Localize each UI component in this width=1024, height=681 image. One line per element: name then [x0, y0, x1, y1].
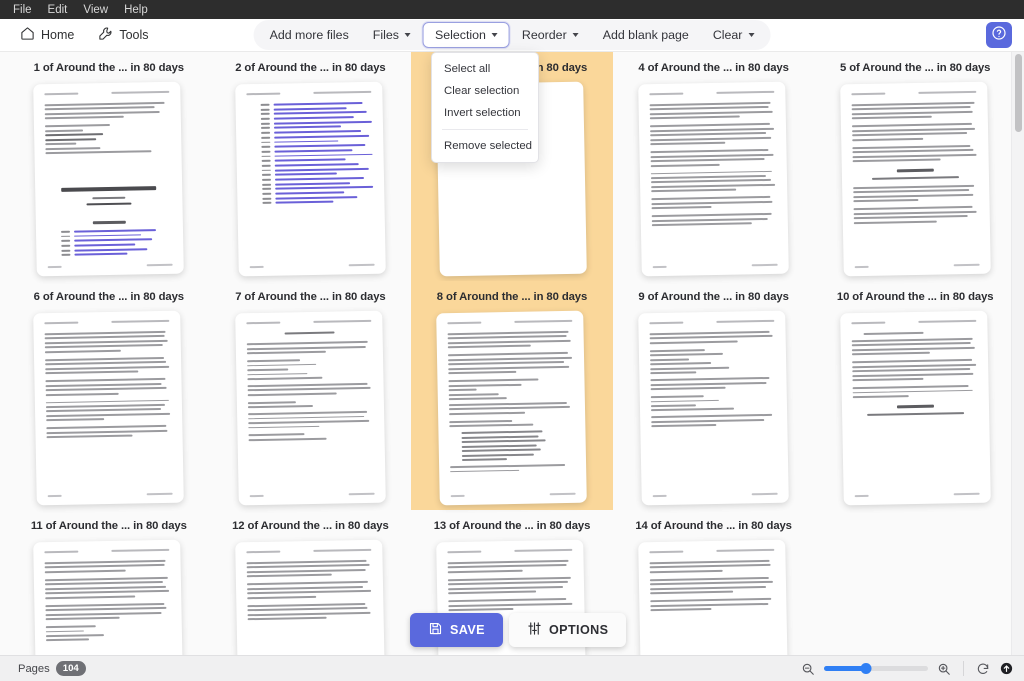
add-more-files-label: Add more files [270, 28, 349, 42]
page-cell-10[interactable]: 10 of Around the ... in 80 days [814, 281, 1016, 510]
chevron-down-icon [748, 33, 754, 37]
page-thumbnail-12[interactable] [237, 541, 384, 655]
menu-file[interactable]: File [6, 1, 39, 19]
status-bar-right-group [801, 661, 1014, 676]
page-label: 6 of Around the ... in 80 days [34, 291, 184, 303]
page-thumbnail-7[interactable] [237, 312, 384, 504]
home-icon [20, 26, 35, 44]
page-cell-12[interactable]: 12 of Around the ... in 80 days [210, 510, 412, 655]
pages-count-badge: 104 [56, 661, 86, 676]
add-blank-page-label: Add blank page [603, 28, 689, 42]
menu-help[interactable]: Help [117, 1, 155, 19]
page-cell-1[interactable]: 1 of Around the ... in 80 days [8, 52, 210, 281]
zoom-slider[interactable] [824, 666, 928, 671]
rotate-icon[interactable] [976, 662, 990, 676]
page-label: 10 of Around the ... in 80 days [837, 291, 994, 303]
reorder-label: Reorder [522, 28, 567, 42]
page-label: 5 of Around the ... in 80 days [840, 62, 990, 74]
selection-menu-button[interactable]: Selection [423, 22, 510, 48]
pages-label: Pages [18, 663, 50, 675]
selection-dropdown-menu[interactable]: Select all Clear selection Invert select… [431, 52, 539, 163]
page-cell-9[interactable]: 9 of Around the ... in 80 days [613, 281, 815, 510]
page-label: 14 of Around the ... in 80 days [635, 520, 792, 532]
page-thumbnail-11[interactable] [35, 541, 182, 655]
tools-label: Tools [119, 28, 148, 42]
chevron-down-icon [573, 33, 579, 37]
page-thumbnail-5[interactable] [842, 83, 989, 275]
vertical-scrollbar[interactable] [1011, 52, 1024, 655]
page-cell-7[interactable]: 7 of Around the ... in 80 days [210, 281, 412, 510]
menubar: File Edit View Help [0, 0, 1024, 19]
menu-divider [442, 129, 528, 130]
files-label: Files [373, 28, 399, 42]
page-cell-6[interactable]: 6 of Around the ... in 80 days [8, 281, 210, 510]
zoom-in-icon[interactable] [937, 662, 951, 676]
status-divider [963, 661, 964, 676]
chevron-down-icon [492, 33, 498, 37]
toolbar-right-group [986, 22, 1024, 48]
help-circle-icon [991, 25, 1007, 46]
page-thumbnail-4[interactable] [640, 83, 787, 275]
menu-item-invert-selection[interactable]: Invert selection [432, 102, 538, 124]
floating-action-bar: SAVE OPTIONS [410, 613, 626, 647]
page-thumbnail-1[interactable] [35, 83, 182, 275]
scroll-to-top-icon[interactable] [999, 661, 1014, 676]
files-menu-button[interactable]: Files [361, 22, 423, 48]
page-thumbnail-14[interactable] [640, 541, 787, 655]
page-label: 12 of Around the ... in 80 days [232, 520, 389, 532]
menu-item-remove-selected[interactable]: Remove selected [432, 135, 538, 157]
save-button[interactable]: SAVE [410, 613, 503, 647]
clear-label: Clear [713, 28, 743, 42]
page-label: 13 of Around the ... in 80 days [434, 520, 591, 532]
page-label: 9 of Around the ... in 80 days [638, 291, 788, 303]
page-cell-14[interactable]: 14 of Around the ... in 80 days [613, 510, 815, 655]
scrollbar-thumb[interactable] [1015, 54, 1022, 132]
add-more-files-button[interactable]: Add more files [258, 22, 361, 48]
home-button[interactable]: Home [10, 21, 84, 49]
status-bar: Pages 104 [0, 655, 1024, 681]
help-button[interactable] [986, 22, 1012, 48]
zoom-slider-handle[interactable] [860, 663, 871, 674]
options-button[interactable]: OPTIONS [509, 613, 626, 647]
page-cell-11[interactable]: 11 of Around the ... in 80 days [8, 510, 210, 655]
page-label: 2 of Around the ... in 80 days [235, 62, 385, 74]
page-cell-2[interactable]: 2 of Around the ... in 80 days [210, 52, 412, 281]
app-window: File Edit View Help Home Tools [0, 0, 1024, 681]
page-thumbnail-8[interactable] [438, 312, 585, 504]
options-label: OPTIONS [549, 623, 608, 637]
reorder-menu-button[interactable]: Reorder [510, 22, 591, 48]
selection-label: Selection [435, 28, 486, 42]
page-label: 11 of Around the ... in 80 days [31, 520, 187, 532]
add-blank-page-button[interactable]: Add blank page [591, 22, 701, 48]
page-cell-5[interactable]: 5 of Around the ... in 80 days [814, 52, 1016, 281]
toolbar-actions-group: Add more files Files Selection Reorder A… [254, 20, 771, 50]
zoom-out-icon[interactable] [801, 662, 815, 676]
floppy-disk-icon [428, 621, 443, 639]
main-toolbar: Home Tools Add more files Files Selecti [0, 19, 1024, 52]
page-cell-4[interactable]: 4 of Around the ... in 80 days [613, 52, 815, 281]
menu-view[interactable]: View [76, 1, 115, 19]
save-label: SAVE [450, 623, 485, 637]
toolbar-left-group: Home Tools [0, 21, 159, 49]
menu-item-clear-selection[interactable]: Clear selection [432, 80, 538, 102]
tools-button[interactable]: Tools [88, 21, 158, 49]
sliders-icon [527, 621, 542, 639]
page-label: 1 of Around the ... in 80 days [34, 62, 184, 74]
page-thumbnail-6[interactable] [35, 312, 182, 504]
page-cell-8[interactable]: 8 of Around the ... in 80 days [411, 281, 613, 510]
page-label: 8 of Around the ... in 80 days [437, 291, 587, 303]
chevron-down-icon [405, 33, 411, 37]
wrench-icon [98, 26, 113, 44]
page-label: 4 of Around the ... in 80 days [638, 62, 788, 74]
page-thumbnail-9[interactable] [640, 312, 787, 504]
page-thumbnail-10[interactable] [842, 312, 989, 504]
page-thumbnail-2[interactable] [237, 83, 384, 275]
menu-item-select-all[interactable]: Select all [432, 58, 538, 80]
menu-edit[interactable]: Edit [41, 1, 75, 19]
clear-menu-button[interactable]: Clear [701, 22, 767, 48]
page-label: 7 of Around the ... in 80 days [235, 291, 385, 303]
home-label: Home [41, 28, 74, 42]
